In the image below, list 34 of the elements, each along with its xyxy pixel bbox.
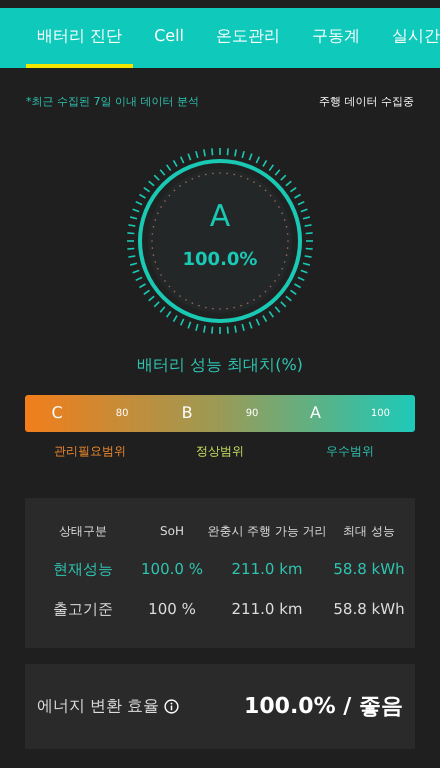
scale-mark: 80	[116, 406, 128, 420]
table-cell-text: 100 %	[148, 599, 196, 620]
table-cell-text: 211.0 km	[231, 599, 302, 620]
tab[interactable]: 구동계	[301, 8, 371, 68]
scale-mark: 100	[370, 406, 390, 420]
tab[interactable]: Cell	[143, 8, 195, 68]
table-cell-text: 출고기준	[53, 599, 113, 620]
status-text: 주행 데이터 수집중	[319, 94, 414, 110]
efficiency-label: 에너지 변환 효율	[37, 695, 160, 717]
tab[interactable]: 실시간	[381, 8, 440, 68]
range-label: 우수범위	[326, 442, 374, 460]
column-header: 완충시 주행 가능 거리	[207, 522, 327, 540]
column-header: SoH	[160, 522, 184, 540]
range-label: 정상범위	[196, 442, 244, 460]
table-cell-text: 58.8 kWh	[333, 599, 405, 620]
grade-letter: C	[52, 402, 63, 424]
column-header: 최대 성능	[343, 522, 395, 540]
scale-mark: 90	[246, 406, 258, 420]
gauge-percent: 100.0%	[182, 248, 258, 272]
efficiency-value: 100.0% / 좋음	[244, 692, 403, 720]
grade-letter: A	[310, 402, 321, 424]
table-cell-text: 58.8 kWh	[333, 558, 405, 580]
grade-letter: B	[182, 402, 193, 424]
info-icon[interactable]	[164, 698, 180, 714]
table-cell-text: 211.0 km	[231, 558, 302, 580]
tab[interactable]: 배터리 진단	[26, 8, 134, 68]
table-cell-text: 100.0 %	[141, 558, 203, 580]
column-header: 상태구분	[59, 522, 107, 540]
tab[interactable]: 온도관리	[205, 8, 291, 68]
gauge-caption: 배터리 성능 최대치(%)	[137, 354, 303, 376]
table-cell-text: 현재성능	[53, 558, 113, 580]
notice-text: *최근 수집된 7일 이내 데이터 분석	[26, 94, 199, 110]
range-label: 관리필요범위	[54, 442, 126, 460]
grade-letter: A	[210, 202, 230, 232]
